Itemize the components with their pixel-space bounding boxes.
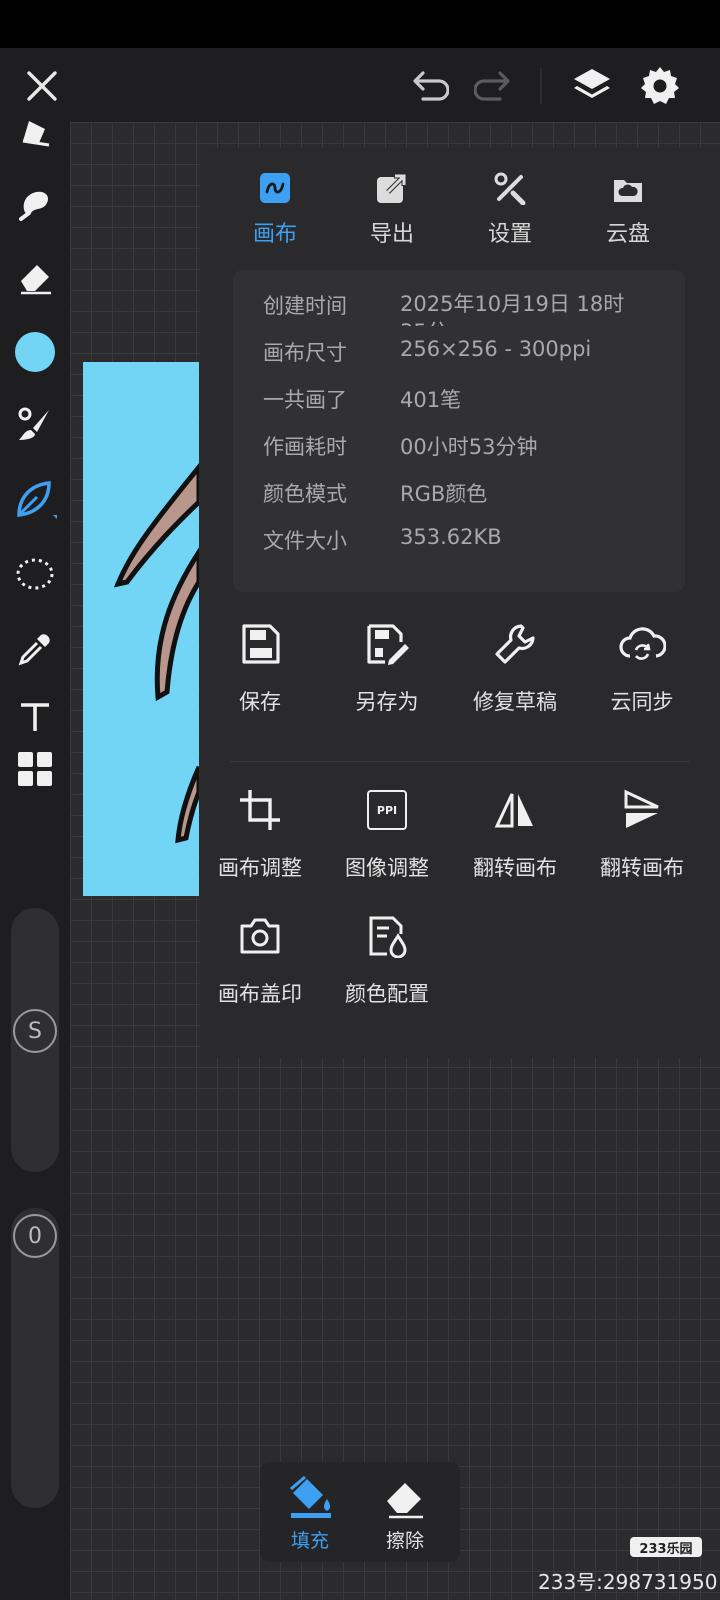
cloud-sync-button[interactable]: 云同步 <box>577 616 707 726</box>
watermark-logo: 233乐园 <box>630 1537 702 1557</box>
flip-canvas-vertical-button[interactable]: 翻转画布 <box>577 782 707 892</box>
info-row-created: 创建时间 2025年10月19日 18时35分 <box>263 290 683 326</box>
info-key: 画布尺寸 <box>263 341 347 365</box>
flip-canvas-horizontal-button[interactable]: 翻转画布 <box>450 782 580 892</box>
eraser-tool-icon[interactable] <box>8 250 62 304</box>
tab-label: 设置 <box>487 222 532 247</box>
info-key: 颜色模式 <box>263 482 347 506</box>
size-slider-knob[interactable]: S <box>13 1009 57 1053</box>
erase-label: 擦除 <box>385 1530 424 1552</box>
layers-icon[interactable] <box>566 60 618 112</box>
info-row-size: 画布尺寸 256×256 - 300ppi <box>263 337 683 371</box>
action-label: 云同步 <box>610 690 674 714</box>
close-icon[interactable] <box>18 62 66 110</box>
action-label: 翻转画布 <box>473 856 557 880</box>
brush-tool-icon[interactable] <box>8 397 62 451</box>
cloud-sync-icon <box>577 616 707 672</box>
color-profile-button[interactable]: 颜色配置 <box>322 908 452 1018</box>
lasso-tool-icon[interactable] <box>8 547 62 601</box>
info-row-file-size: 文件大小 353.62KB <box>263 525 683 559</box>
text-tool-icon[interactable] <box>8 690 62 744</box>
fill-button[interactable]: 填充 <box>265 1472 355 1556</box>
camera-icon <box>195 908 325 964</box>
action-label: 画布盖印 <box>218 982 302 1006</box>
save-as-button[interactable]: 另存为 <box>322 616 452 726</box>
action-label: 画布调整 <box>218 856 302 880</box>
fill-label: 填充 <box>290 1530 329 1552</box>
action-label: 修复草稿 <box>473 690 557 714</box>
info-value: 00小时53分钟 <box>400 435 538 459</box>
tools-icon <box>455 166 565 210</box>
top-toolbar <box>0 48 720 122</box>
action-label: 保存 <box>239 690 281 714</box>
smudge-tool-icon[interactable] <box>8 176 62 230</box>
info-row-strokes: 一共画了 401笔 <box>263 384 683 418</box>
tab-export[interactable]: 导出 <box>337 166 447 256</box>
info-key: 作画耗时 <box>263 435 347 459</box>
canvas-info-box: 创建时间 2025年10月19日 18时35分 画布尺寸 256×256 - 3… <box>233 270 685 592</box>
export-icon <box>337 166 447 210</box>
image-adjust-button[interactable]: PPI 图像调整 <box>322 782 452 892</box>
flip-horizontal-icon <box>450 782 580 838</box>
color-swatch[interactable] <box>8 325 62 379</box>
color-profile-icon <box>322 908 452 964</box>
info-value: 401笔 <box>400 388 462 412</box>
erase-button[interactable]: 擦除 <box>360 1472 450 1556</box>
eyedropper-icon[interactable] <box>8 622 62 676</box>
grid-menu-icon[interactable] <box>8 742 62 796</box>
info-value: 256×256 - 300ppi <box>400 337 592 361</box>
leaf-brush-icon[interactable] <box>8 472 62 526</box>
info-key: 创建时间 <box>263 294 347 318</box>
canvas-adjust-button[interactable]: 画布调整 <box>195 782 325 892</box>
save-button[interactable]: 保存 <box>195 616 325 726</box>
redo-icon[interactable] <box>470 62 518 110</box>
repair-draft-button[interactable]: 修复草稿 <box>450 616 580 726</box>
tab-settings[interactable]: 设置 <box>455 166 565 256</box>
canvas-stamp-button[interactable]: 画布盖印 <box>195 908 325 1018</box>
action-label: 图像调整 <box>345 856 429 880</box>
info-key: 文件大小 <box>263 529 347 553</box>
tab-label: 导出 <box>369 222 414 247</box>
tab-canvas[interactable]: 画布 <box>220 166 330 256</box>
undo-icon[interactable] <box>405 62 453 110</box>
save-as-icon <box>322 616 452 672</box>
pen-tool-icon[interactable] <box>8 104 62 158</box>
canvas-settings-panel: 画布 导出 设置 云盘 创建时间 2025年10月19日 18时35分 画布 <box>200 148 720 1058</box>
toolbar-divider <box>540 68 542 104</box>
info-value: 2025年10月19日 18时35分 <box>400 292 625 326</box>
panel-tabs: 画布 导出 设置 云盘 <box>200 166 720 256</box>
save-icon <box>195 616 325 672</box>
action-label: 另存为 <box>355 690 419 714</box>
tab-label: 画布 <box>252 222 297 247</box>
fill-erase-bar: 填充 擦除 <box>260 1462 460 1562</box>
crop-icon <box>195 782 325 838</box>
action-label: 翻转画布 <box>600 856 684 880</box>
action-label: 颜色配置 <box>345 982 429 1006</box>
status-bar <box>0 0 720 48</box>
ppi-icon: PPI <box>322 782 452 838</box>
cloud-disk-icon <box>573 166 683 210</box>
info-row-duration: 作画耗时 00小时53分钟 <box>263 431 683 465</box>
info-key: 一共画了 <box>263 388 347 412</box>
opacity-slider-knob[interactable]: 0 <box>13 1214 57 1258</box>
eraser-icon <box>360 1472 450 1522</box>
tab-label: 云盘 <box>605 222 650 247</box>
ppi-badge: PPI <box>367 790 407 830</box>
watermark-text: 233号:298731950 <box>538 1570 718 1594</box>
canvas-icon <box>220 166 330 210</box>
info-row-color-mode: 颜色模式 RGB颜色 <box>263 478 683 512</box>
artwork-preview[interactable] <box>83 362 199 896</box>
flip-vertical-icon <box>577 782 707 838</box>
gear-icon[interactable] <box>634 60 686 112</box>
info-value: RGB颜色 <box>400 482 488 506</box>
wrench-icon <box>450 616 580 672</box>
section-divider <box>230 761 690 762</box>
paint-bucket-icon <box>265 1472 355 1522</box>
tool-column: S 0 <box>0 121 70 1600</box>
tab-cloud-disk[interactable]: 云盘 <box>573 166 683 256</box>
info-value: 353.62KB <box>400 525 502 549</box>
